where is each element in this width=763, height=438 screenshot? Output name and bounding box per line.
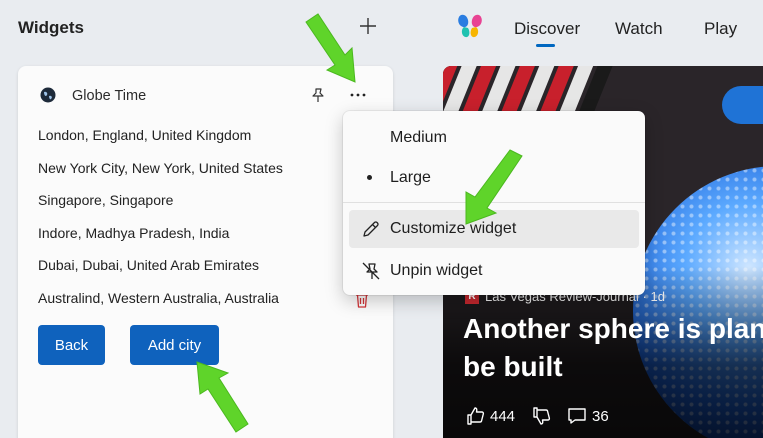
city-item[interactable]: Indore, Madhya Pradesh, India — [38, 225, 283, 258]
menu-item-customize-widget[interactable]: Customize widget — [349, 210, 639, 248]
menu-divider — [343, 202, 645, 203]
thumbs-down-icon — [533, 407, 551, 425]
menu-item-label: Unpin widget — [390, 262, 483, 279]
menu-item-label: Large — [390, 169, 431, 186]
pencil-icon — [363, 221, 379, 237]
more-icon — [350, 93, 366, 97]
city-item[interactable]: New York City, New York, United States — [38, 160, 283, 193]
menu-item-unpin-widget[interactable]: Unpin widget — [349, 252, 639, 290]
widget-size-menu: Medium Large Customize widget Unpin widg… — [343, 111, 645, 295]
globe-icon — [40, 87, 56, 103]
city-list: London, England, United Kingdom New York… — [38, 127, 283, 323]
active-tab-indicator — [536, 44, 555, 47]
unpin-icon — [362, 262, 380, 280]
tab-discover[interactable]: Discover — [514, 19, 580, 39]
add-widget-button[interactable] — [355, 12, 381, 40]
tab-play[interactable]: Play — [704, 19, 737, 39]
add-city-button[interactable]: Add city — [130, 325, 219, 365]
like-count: 444 — [490, 407, 516, 425]
menu-item-label: Customize widget — [390, 220, 517, 237]
city-item[interactable]: Singapore, Singapore — [38, 192, 283, 225]
menu-item-large[interactable]: Large — [349, 159, 639, 197]
news-reactions: 444 36 — [465, 406, 625, 426]
plus-icon — [360, 18, 376, 34]
widget-title: Globe Time — [72, 88, 147, 104]
selected-bullet-icon — [367, 175, 372, 180]
comment-count: 36 — [592, 407, 609, 425]
menu-item-label: Medium — [390, 129, 447, 146]
comment-icon — [568, 408, 586, 424]
menu-item-medium[interactable]: Medium — [349, 119, 639, 157]
city-item[interactable]: London, England, United Kingdom — [38, 127, 283, 160]
more-options-button[interactable] — [346, 84, 370, 106]
news-headline[interactable]: Another sphere is plan be built — [463, 310, 763, 386]
headline-line-2: be built — [463, 351, 563, 382]
news-action-button[interactable] — [722, 86, 763, 124]
like-button[interactable]: 444 — [465, 406, 515, 426]
thumbs-up-icon — [467, 407, 485, 425]
city-item[interactable]: Dubai, Dubai, United Arab Emirates — [38, 257, 283, 290]
tab-watch[interactable]: Watch — [615, 19, 663, 39]
panel-title: Widgets — [18, 18, 84, 37]
pin-icon — [312, 88, 324, 102]
dislike-button[interactable] — [531, 406, 551, 426]
globe-time-widget: Globe Time London, England, United Kingd… — [18, 66, 393, 438]
back-button[interactable]: Back — [38, 325, 105, 365]
headline-line-1: Another sphere is plan — [463, 313, 763, 344]
city-item[interactable]: Australind, Western Australia, Australia — [38, 290, 283, 323]
pin-button[interactable] — [307, 85, 329, 105]
copilot-logo[interactable] — [455, 11, 485, 41]
comment-button[interactable]: 36 — [567, 406, 609, 426]
